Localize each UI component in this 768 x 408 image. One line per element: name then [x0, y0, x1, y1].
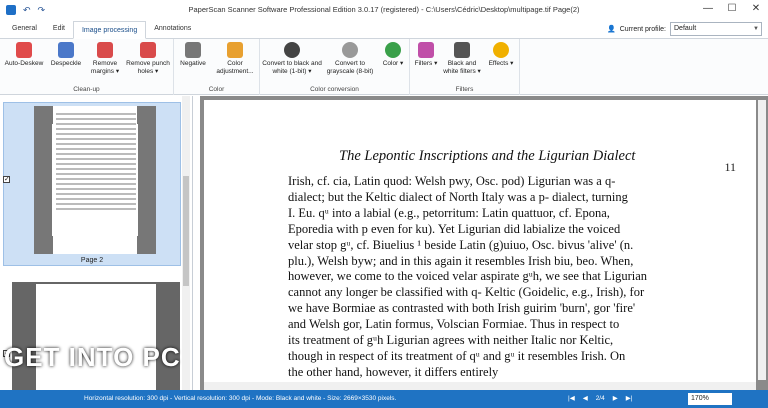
document-vertical-scrollbar[interactable] — [758, 100, 766, 380]
convert-grayscale-button[interactable]: Convert to grayscale (8-bit) — [324, 42, 376, 76]
maximize-button[interactable]: ☐ — [720, 0, 744, 18]
page-navigation: |◀ ◀ 2/4 ▶ ▶| — [568, 390, 632, 408]
color-button[interactable]: Color ▾ — [378, 42, 408, 68]
thumbnail-text — [56, 113, 136, 213]
convert-bw-button[interactable]: Convert to black and white (1-bit) ▾ — [262, 42, 322, 76]
filters-icon — [418, 42, 434, 58]
status-bar: Horizontal resolution: 300 dpi - Vertica… — [0, 390, 768, 408]
punch-holes-icon — [140, 42, 156, 58]
thumbnail-page-2[interactable]: Page 2 — [3, 102, 181, 266]
text-line: Irish, cf. cia, Latin quod: Welsh pwy, O… — [288, 174, 616, 188]
page-heading: The Lepontic Inscriptions and the Liguri… — [339, 148, 636, 164]
page-2-checkbox[interactable]: ✓ — [3, 176, 10, 183]
profile-label: Current profile: — [619, 25, 666, 33]
text-line: and Welsh gor, Latin formus, Volscian Fo… — [288, 317, 620, 332]
text-line: however, we come to the voiced velar asp… — [288, 269, 648, 284]
remove-punch-holes-button[interactable]: Remove punch holes ▾ — [126, 42, 170, 76]
text-line: though in respect of its treatment of qᵘ… — [288, 348, 626, 363]
tab-image-processing[interactable]: Image processing — [72, 21, 147, 39]
profile-dropdown[interactable]: Default — [670, 22, 762, 36]
rgb-icon — [385, 42, 401, 58]
text-line: the other hand, however, it differs enti… — [288, 364, 499, 379]
text-line: its treatment of gᵘh Ligurian agrees wit… — [288, 333, 614, 348]
watermark: GET INTO PC — [4, 342, 181, 372]
despeckle-button[interactable]: Despeckle — [48, 42, 84, 68]
effects-button[interactable]: Effects ▾ — [486, 42, 516, 68]
color-conversion-group: Convert to black and white (1-bit) ▾ Con… — [260, 39, 410, 95]
bw-icon — [284, 42, 300, 58]
bw-filters-icon — [454, 42, 470, 58]
thumbnail-page-3[interactable] — [12, 282, 180, 390]
auto-deskew-button[interactable]: Auto-Deskew — [4, 42, 44, 68]
negative-button[interactable]: Negative — [176, 42, 210, 68]
text-line: velar stop gᵘ, cf. Biuelius ¹ beside Lat… — [288, 237, 634, 252]
document-page: The Lepontic Inscriptions and the Liguri… — [204, 100, 756, 384]
text-line: plu.), Welsh byw; and in this again it r… — [288, 253, 634, 268]
despeckle-icon — [58, 42, 74, 58]
thumbnail-label: Page 2 — [80, 257, 104, 264]
color-group-label: Color — [208, 86, 225, 93]
document-horizontal-scrollbar[interactable] — [204, 382, 756, 390]
star-icon — [493, 42, 509, 58]
document-view[interactable]: The Lepontic Inscriptions and the Liguri… — [200, 96, 768, 390]
cleanup-group-label: Clean-up — [73, 86, 100, 93]
grayscale-icon — [342, 42, 358, 58]
text-line: we have Bormiae as contrasted with both … — [288, 301, 636, 316]
first-page-icon[interactable]: |◀ — [568, 390, 575, 408]
text-line: cannot any longer be classified with q- … — [288, 285, 645, 300]
thumbnail-scroll-thumb[interactable] — [183, 176, 189, 286]
cleanup-group: Auto-Deskew Despeckle Remove margins ▾ R… — [0, 39, 174, 95]
title-bar: ↶ ↷ PaperScan Scanner Software Professio… — [0, 0, 768, 20]
thumbnail-scrollbar[interactable] — [182, 96, 190, 390]
deskew-icon — [16, 42, 32, 58]
page-body: Irish, cf. cia, Latin quod: Welsh pwy, O… — [288, 174, 756, 381]
profile-selector: 👤 Current profile: Default — [607, 22, 762, 36]
remove-margins-button[interactable]: Remove margins ▾ — [88, 42, 122, 76]
tab-general[interactable]: General — [4, 20, 45, 38]
zoom-dropdown[interactable]: 170% — [688, 393, 732, 405]
color-group: Negative Color adjustment... Color — [174, 39, 260, 95]
prev-page-icon[interactable]: ◀ — [583, 390, 588, 408]
page-indicator: 2/4 — [595, 395, 605, 402]
next-page-icon[interactable]: ▶ — [613, 390, 618, 408]
last-page-icon[interactable]: ▶| — [626, 390, 633, 408]
ribbon: Auto-Deskew Despeckle Remove margins ▾ R… — [0, 39, 768, 95]
filters-group-label: Filters — [455, 86, 474, 93]
text-line: Eporedia with p even for ku). Yet Liguri… — [288, 221, 621, 236]
user-icon: 👤 — [606, 26, 616, 33]
margins-icon — [97, 42, 113, 58]
minimize-button[interactable]: — — [696, 0, 720, 18]
negative-icon — [185, 42, 201, 58]
color-adjustment-button[interactable]: Color adjustment... — [212, 42, 258, 76]
page-number: 11 — [724, 160, 736, 174]
thumbnail-page-3-paper — [36, 284, 156, 390]
text-line: dialect; but the Keltic dialect of North… — [288, 189, 628, 204]
tab-edit[interactable]: Edit — [45, 20, 73, 38]
filters-group: Filters ▾ Black and white filters ▾ Effe… — [410, 39, 520, 95]
text-line: I. Eu. qᵘ into a labial (e.g., petorritu… — [288, 205, 610, 220]
close-button[interactable]: ✕ — [744, 0, 768, 18]
palette-icon — [227, 42, 243, 58]
window-title: PaperScan Scanner Software Professional … — [188, 5, 580, 14]
status-info: Horizontal resolution: 300 dpi - Vertica… — [84, 395, 397, 402]
tab-annotations[interactable]: Annotations — [146, 20, 199, 38]
filters-button[interactable]: Filters ▾ — [412, 42, 440, 68]
bw-filters-button[interactable]: Black and white filters ▾ — [442, 42, 482, 76]
conversion-group-label: Color conversion — [310, 86, 359, 93]
